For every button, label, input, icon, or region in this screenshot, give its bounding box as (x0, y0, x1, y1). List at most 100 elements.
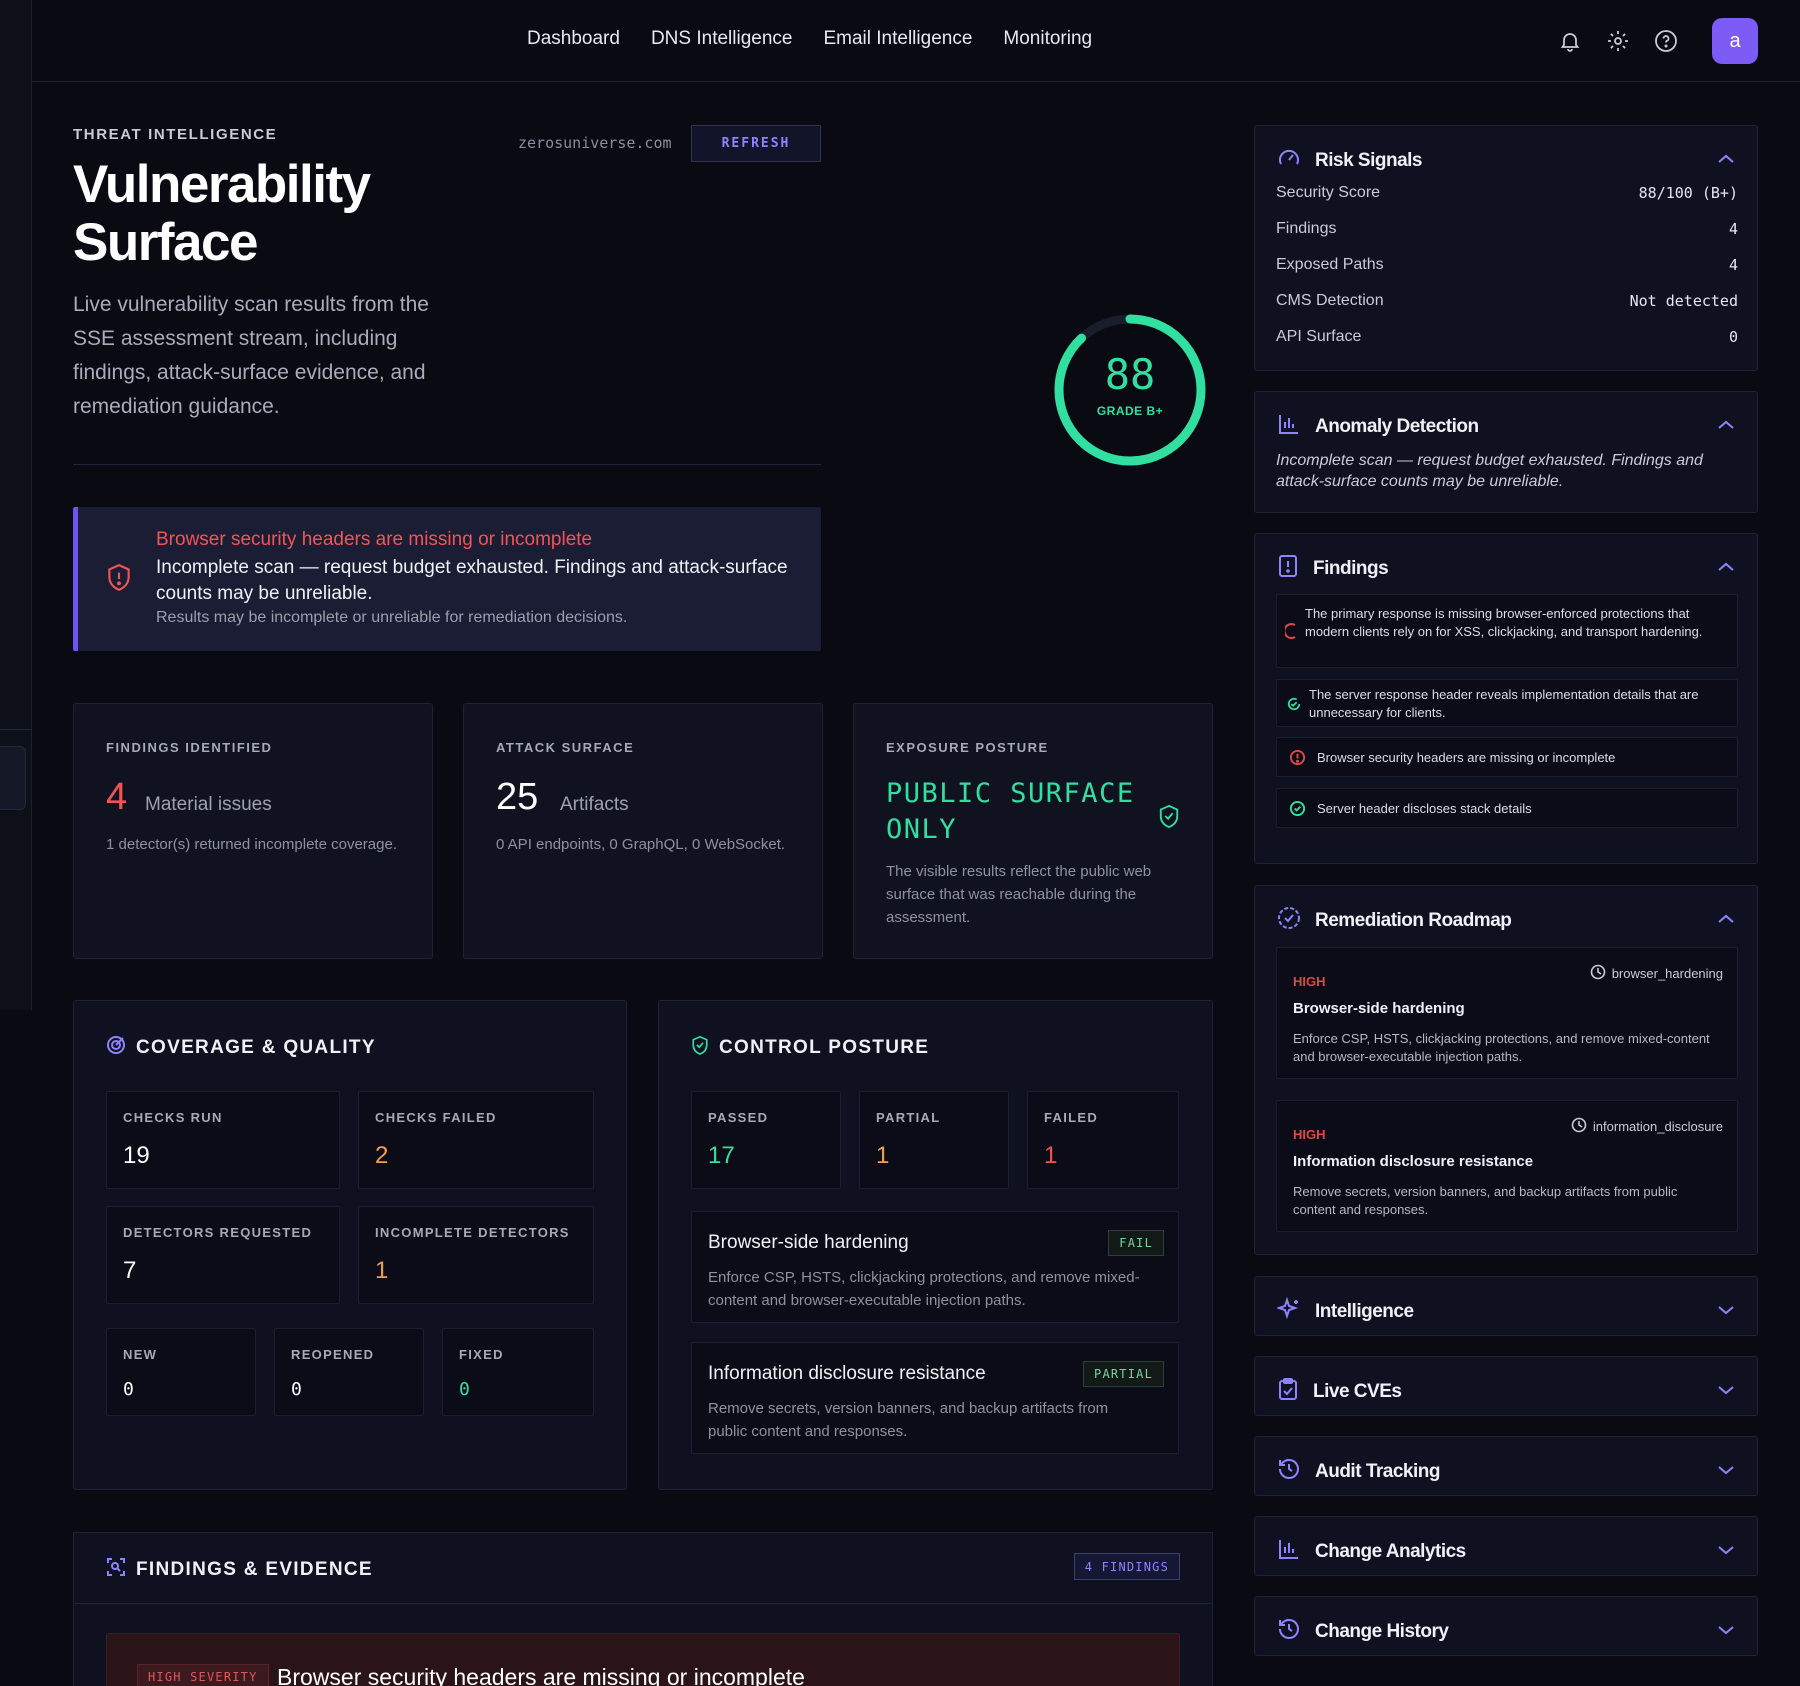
shield-check-icon (1158, 804, 1180, 833)
panel-title: CONTROL POSTURE (719, 1037, 930, 1058)
finding-list-item[interactable]: Server header discloses stack details (1276, 788, 1738, 828)
risk-value: 4 (1728, 256, 1738, 274)
stat-label: FINDINGS IDENTIFIED (106, 740, 273, 755)
risk-value: 0 (1728, 328, 1738, 346)
chevron-up-icon[interactable] (1717, 912, 1735, 930)
fixed-tile: FIXED 0 (442, 1328, 594, 1416)
section-header: Intelligence (1275, 1296, 1414, 1327)
roadmap-tag-text: browser_hardening (1611, 966, 1723, 981)
panel-title: COVERAGE & QUALITY (136, 1037, 376, 1058)
roadmap-title: Information disclosure resistance (1293, 1153, 1534, 1170)
risk-label: Findings (1276, 220, 1337, 237)
control-item[interactable]: Information disclosure resistance PARTIA… (691, 1342, 1179, 1454)
finding-text: Server header discloses stack details (1317, 801, 1532, 816)
section-header: Change Analytics (1277, 1537, 1466, 1567)
chevron-down-icon[interactable] (1717, 1543, 1735, 1561)
tile-value: 1 (1044, 1142, 1058, 1169)
target-icon (106, 1035, 126, 1061)
finding-list-item[interactable]: Browser security headers are missing or … (1276, 737, 1738, 777)
section-header: Live CVEs (1277, 1377, 1402, 1407)
shield-check-icon (691, 1035, 709, 1061)
stat-unit: Material issues (145, 794, 272, 815)
hero-divider (73, 464, 821, 465)
nav-monitoring[interactable]: Monitoring (1003, 28, 1092, 50)
bell-icon[interactable] (1556, 27, 1584, 55)
finding-list-item[interactable]: The server response header reveals imple… (1276, 679, 1738, 727)
tile-value: 0 (123, 1379, 134, 1400)
left-rail (0, 0, 32, 1010)
change-analytics-section[interactable]: Change Analytics (1254, 1516, 1758, 1576)
section-header[interactable]: Remediation Roadmap (1277, 906, 1512, 936)
finding-list-item[interactable]: The primary response is missing browser-… (1276, 594, 1738, 668)
chevron-up-icon[interactable] (1717, 152, 1735, 170)
risk-signals-panel: Risk Signals Security Score 88/100 (B+) F… (1254, 125, 1758, 371)
finding-text: The server response header reveals imple… (1309, 687, 1699, 720)
stat-sub: 1 detector(s) returned incomplete covera… (106, 836, 397, 853)
page-eyebrow: THREAT INTELLIGENCE (73, 126, 278, 143)
live-cves-section[interactable]: Live CVEs (1254, 1356, 1758, 1416)
section-header[interactable]: Anomaly Detection (1277, 412, 1479, 442)
finding-item[interactable]: HIGH SEVERITY Browser security headers a… (106, 1633, 1180, 1686)
nav-dashboard[interactable]: Dashboard (527, 28, 620, 50)
alert-title: Browser security headers are missing or … (156, 529, 593, 550)
passed-tile: PASSED 17 (691, 1091, 841, 1189)
status-badge: PARTIAL (1083, 1361, 1164, 1387)
panel-title: FINDINGS & EVIDENCE (136, 1559, 373, 1580)
sidebar-toggle-tab[interactable] (0, 746, 26, 810)
chevron-up-icon[interactable] (1717, 418, 1735, 436)
section-header: Change History (1277, 1617, 1449, 1647)
risk-label: Security Score (1276, 184, 1381, 201)
refresh-button[interactable]: REFRESH (691, 125, 821, 162)
findings-count-badge: 4 FINDINGS (1073, 1553, 1180, 1580)
chevron-down-icon[interactable] (1717, 1623, 1735, 1641)
divider (74, 1603, 1212, 1604)
roadmap-desc: Enforce CSP, HSTS, clickjacking protecti… (1293, 1031, 1710, 1064)
chevron-up-icon[interactable] (1717, 560, 1735, 578)
risk-value: Not detected (1629, 292, 1738, 310)
remediation-roadmap-panel: Remediation Roadmap HIGH browser_hardeni… (1254, 885, 1758, 1255)
scanned-domain: zerosuniverse.com (518, 134, 672, 152)
roadmap-item[interactable]: HIGH browser_hardening Browser-side hard… (1276, 947, 1738, 1079)
avatar[interactable]: a (1712, 18, 1758, 64)
section-header[interactable]: Risk Signals (1277, 146, 1423, 176)
status-badge: FAIL (1108, 1230, 1164, 1256)
roadmap-item[interactable]: HIGH information_disclosure Information … (1276, 1100, 1738, 1232)
roadmap-tag-text: information_disclosure (1592, 1119, 1723, 1134)
risk-label: CMS Detection (1276, 292, 1384, 309)
partial-tile: PARTIAL 1 (859, 1091, 1009, 1189)
gear-icon[interactable] (1604, 27, 1632, 55)
tile-value: 1 (375, 1257, 389, 1284)
stat-value: 4 (106, 776, 128, 818)
tile-label: CHECKS FAILED (375, 1110, 497, 1125)
score-value: 88 (1104, 350, 1156, 399)
tile-label: REOPENED (291, 1347, 375, 1362)
tile-label: CHECKS RUN (123, 1110, 223, 1125)
finding-text: Browser security headers are missing or … (1317, 750, 1616, 765)
nav-email-intelligence[interactable]: Email Intelligence (823, 28, 972, 50)
control-item[interactable]: Browser-side hardening FAIL Enforce CSP,… (691, 1211, 1179, 1323)
history-icon (1277, 1457, 1301, 1487)
page-description: Live vulnerability scan results from the… (73, 293, 429, 418)
section-header: Audit Tracking (1277, 1457, 1440, 1487)
section-title: Change Analytics (1315, 1541, 1466, 1562)
exposure-posture-card: EXPOSURE POSTURE PUBLIC SURFACE ONLY The… (853, 703, 1213, 959)
stat-sub: 0 API endpoints, 0 GraphQL, 0 WebSocket. (496, 836, 786, 853)
tile-label: PARTIAL (876, 1110, 941, 1125)
section-header[interactable]: Findings (1277, 554, 1389, 584)
control-title: Information disclosure resistance (708, 1363, 986, 1384)
chevron-down-icon[interactable] (1717, 1383, 1735, 1401)
help-icon[interactable] (1652, 27, 1680, 55)
nav-dns-intelligence[interactable]: DNS Intelligence (651, 28, 793, 50)
alert-circle-icon (1283, 623, 1299, 644)
control-desc: Enforce CSP, HSTS, clickjacking protecti… (708, 1269, 1140, 1309)
intelligence-section[interactable]: Intelligence (1254, 1276, 1758, 1336)
stat-label: ATTACK SURFACE (496, 740, 635, 755)
chevron-down-icon[interactable] (1717, 1463, 1735, 1481)
checks-run-tile: CHECKS RUN 19 (106, 1091, 340, 1189)
audit-tracking-section[interactable]: Audit Tracking (1254, 1436, 1758, 1496)
chevron-down-icon[interactable] (1717, 1303, 1735, 1321)
score-grade: GRADE B+ (1096, 404, 1164, 418)
exposure-value: PUBLIC SURFACE ONLY (886, 778, 1135, 845)
tile-label: DETECTORS REQUESTED (123, 1225, 313, 1240)
change-history-section[interactable]: Change History (1254, 1596, 1758, 1656)
